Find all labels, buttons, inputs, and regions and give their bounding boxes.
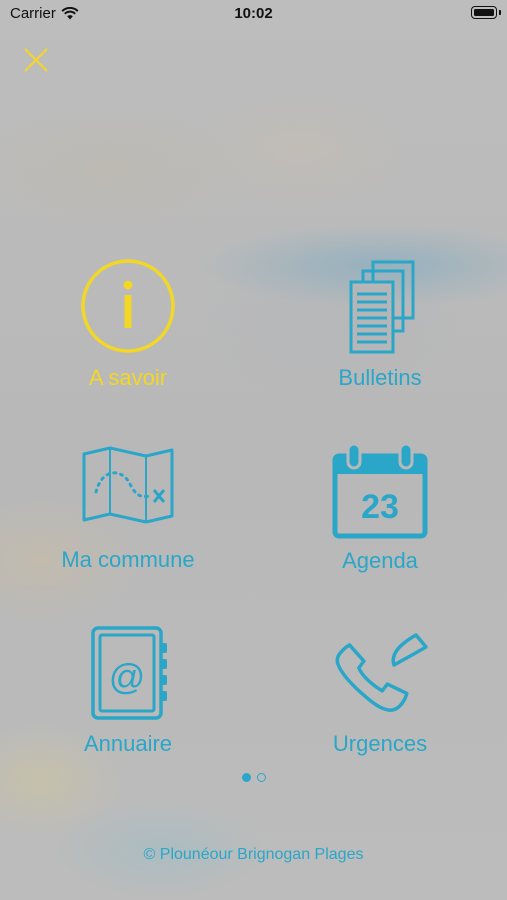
battery-icon [471,6,501,19]
calendar-icon: 23 [332,444,428,539]
page-indicator[interactable] [0,773,507,782]
status-bar: Carrier 10:02 [0,0,507,28]
info-icon [81,259,175,353]
menu-item-agenda[interactable]: 23 Agenda [280,444,480,594]
menu-item-label: Ma commune [61,547,195,572]
close-icon [24,48,48,72]
address-book-icon: @ [91,626,167,720]
menu-item-a-savoir[interactable]: A savoir [28,258,228,408]
menu-item-urgences[interactable]: Urgences [280,625,480,775]
close-button[interactable] [20,44,52,76]
calendar-day: 23 [361,488,399,526]
menu-item-label: A savoir [88,365,168,390]
menu-item-label: Urgences [332,731,428,756]
menu-item-label: Agenda [342,548,418,573]
map-icon [82,446,174,524]
footer-copyright: © Plounéour Brignogan Plages [143,846,364,863]
menu-item-annuaire[interactable]: @ Annuaire [28,625,228,775]
menu-item-label: Annuaire [83,731,173,756]
status-time: 10:02 [234,5,273,22]
page-dot-active[interactable] [241,773,251,782]
menu-item-ma-commune[interactable]: Ma commune [28,446,228,596]
documents-icon [349,260,415,354]
menu-item-label: Bulletins [338,365,422,390]
at-sign: @ [109,656,146,697]
page-dot[interactable] [256,773,266,782]
menu-item-bulletins[interactable]: Bulletins [280,258,480,408]
phone-icon [335,633,428,712]
